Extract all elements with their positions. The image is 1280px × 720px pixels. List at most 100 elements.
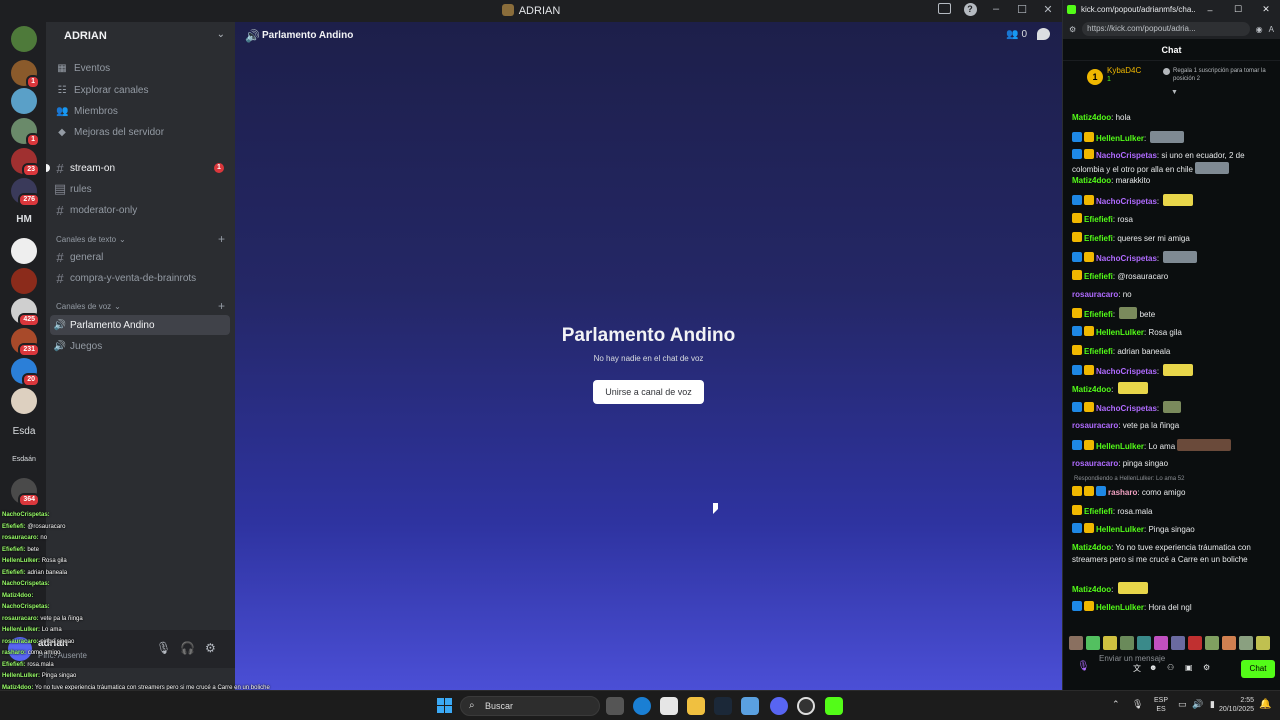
settings-gear-icon[interactable]: ⚙ xyxy=(205,641,216,655)
steam-icon[interactable] xyxy=(714,697,732,715)
emoji-icon[interactable]: ☻ xyxy=(1149,663,1157,672)
server-label-esdaan[interactable]: Esdaán xyxy=(6,456,42,463)
chat-username[interactable]: Efiefiefi xyxy=(1084,507,1113,516)
clock[interactable]: 2:55 20/10/2025 xyxy=(1216,696,1254,714)
server-icon-home[interactable] xyxy=(11,26,37,52)
microphone-icon[interactable]: 🎙 xyxy=(1077,661,1090,672)
notification-bell-icon[interactable]: 🔔 xyxy=(1259,699,1271,710)
maximize-button[interactable]: ☐ xyxy=(1014,3,1030,17)
server-icon[interactable]: 23 xyxy=(11,148,40,177)
close-button[interactable]: ✕ xyxy=(1040,3,1056,17)
server-icon[interactable]: 1 xyxy=(11,60,40,89)
emote[interactable] xyxy=(1171,636,1185,650)
emote[interactable] xyxy=(1069,636,1083,650)
emote[interactable] xyxy=(1188,636,1202,650)
category-text-channels[interactable]: Canales de texto ⌄ xyxy=(56,232,126,246)
chat-username[interactable]: NachoCrispetas xyxy=(1096,197,1157,206)
emote[interactable] xyxy=(1137,636,1151,650)
add-channel-icon[interactable]: + xyxy=(218,232,225,246)
join-voice-button[interactable]: Unirse a canal de voz xyxy=(593,380,704,404)
file-explorer-icon[interactable] xyxy=(687,697,705,715)
tray-chevron-up-icon[interactable]: ⌃ xyxy=(1112,699,1120,710)
chat-username[interactable]: Matiz4doo xyxy=(1072,113,1111,122)
chat-username[interactable]: NachoCrispetas xyxy=(1096,254,1157,263)
app-icon[interactable] xyxy=(741,697,759,715)
chat-bubble-icon[interactable] xyxy=(1037,28,1050,40)
leaderboard-avatar[interactable]: 1 xyxy=(1087,69,1103,85)
channel-stream-on[interactable]: # stream-on 1 xyxy=(46,158,230,178)
menu-browse-channels[interactable]: ☷ Explorar canales xyxy=(56,80,149,100)
translate-icon[interactable]: 文 xyxy=(1133,663,1141,674)
language-indicator[interactable]: ESP ES xyxy=(1154,696,1168,714)
category-voice-channels[interactable]: Canales de voz ⌄ xyxy=(56,299,121,313)
taskbar-search[interactable]: ⌕ Buscar xyxy=(460,696,600,716)
server-icon[interactable] xyxy=(11,388,37,414)
emote[interactable] xyxy=(1154,636,1168,650)
network-icon[interactable]: ▭ xyxy=(1178,699,1187,710)
chest-icon[interactable]: ▣ xyxy=(1185,663,1193,672)
chat-username[interactable]: Efiefiefi xyxy=(1084,310,1113,319)
chat-username[interactable]: Matiz4doo xyxy=(1072,176,1111,185)
help-icon[interactable]: ? xyxy=(962,3,978,17)
maximize-button[interactable]: ☐ xyxy=(1224,4,1252,15)
menu-server-boosts[interactable]: ◆ Mejoras del servidor xyxy=(56,122,164,142)
server-label-esda[interactable]: Esda xyxy=(6,426,42,437)
close-button[interactable]: ✕ xyxy=(1252,4,1280,15)
chat-username[interactable]: rosauracaro xyxy=(1072,459,1118,468)
leaderboard-user[interactable]: KybaD4C xyxy=(1107,66,1141,75)
battery-icon[interactable]: ▮ xyxy=(1210,699,1215,710)
windows-start-icon[interactable] xyxy=(437,698,453,714)
server-icon[interactable] xyxy=(11,88,37,114)
server-icon[interactable]: 276 xyxy=(11,178,40,207)
chat-username[interactable]: Matiz4doo xyxy=(1072,543,1111,552)
chevron-down-icon[interactable]: ▼ xyxy=(1171,89,1178,96)
chat-username[interactable]: NachoCrispetas xyxy=(1096,151,1157,160)
chat-username[interactable]: HellenLulker xyxy=(1096,525,1144,534)
add-channel-icon[interactable]: + xyxy=(218,299,225,313)
chat-username[interactable]: Matiz4doo xyxy=(1072,385,1111,394)
server-icon[interactable] xyxy=(11,268,37,294)
kick-app-icon[interactable] xyxy=(825,697,843,715)
emote[interactable] xyxy=(1103,636,1117,650)
microphone-icon[interactable]: 🎙 xyxy=(156,641,171,655)
menu-members[interactable]: 👥 Miembros xyxy=(56,101,118,121)
volume-icon[interactable]: 🔊 xyxy=(1192,699,1203,710)
discord-icon[interactable] xyxy=(770,697,788,715)
server-icon[interactable] xyxy=(11,238,37,264)
chat-username[interactable]: HellenLulker xyxy=(1096,134,1144,143)
channel-moderator-only[interactable]: # moderator-only xyxy=(50,200,230,220)
menu-events[interactable]: ▦ Eventos xyxy=(56,58,110,78)
chevron-down-icon[interactable]: ⌄ xyxy=(217,29,225,40)
headphones-icon[interactable]: 🎧 xyxy=(180,641,195,655)
chat-username[interactable]: HellenLulker xyxy=(1096,328,1144,337)
chat-username[interactable]: rasharo xyxy=(1108,488,1137,497)
chat-input[interactable]: Enviar un mensaje xyxy=(1099,654,1189,664)
chat-username[interactable]: Efiefiefi xyxy=(1084,272,1113,281)
settings-gear-icon[interactable]: ⚙ xyxy=(1203,663,1210,672)
chat-username[interactable]: NachoCrispetas xyxy=(1096,404,1157,413)
users-icon[interactable]: ⚇ xyxy=(1167,663,1174,672)
server-icon[interactable]: 231 xyxy=(11,328,40,357)
store-icon[interactable] xyxy=(660,697,678,715)
server-icon[interactable]: 364 xyxy=(11,478,40,507)
server-icon[interactable]: 1 xyxy=(11,118,40,147)
avatar[interactable] xyxy=(8,637,32,661)
emote[interactable] xyxy=(1086,636,1100,650)
server-label-hm[interactable]: HM xyxy=(6,214,42,225)
chat-username[interactable]: rosauracaro xyxy=(1072,290,1118,299)
server-icon[interactable]: 20 xyxy=(11,358,40,387)
emote[interactable] xyxy=(1222,636,1236,650)
chat-username[interactable]: HellenLulker xyxy=(1096,442,1144,451)
channel-compra-y-venta[interactable]: # compra-y-venta-de-brainrots xyxy=(50,268,230,288)
voice-channel-parlamento-andino[interactable]: 🔊 Parlamento Andino xyxy=(50,315,230,335)
site-info-icon[interactable]: ⚙ xyxy=(1069,25,1076,34)
chrome-icon[interactable] xyxy=(797,697,815,715)
chat-username[interactable]: Matiz4doo xyxy=(1072,585,1111,594)
channel-general[interactable]: # general xyxy=(50,247,230,267)
translate-icon[interactable]: A xyxy=(1269,25,1274,34)
chat-username[interactable]: Efiefiefi xyxy=(1084,215,1113,224)
chat-username[interactable]: Efiefiefi xyxy=(1084,347,1113,356)
chat-username[interactable]: rosauracaro xyxy=(1072,421,1118,430)
chat-username[interactable]: Efiefiefi xyxy=(1084,234,1113,243)
chat-username[interactable]: NachoCrispetas xyxy=(1096,367,1157,376)
